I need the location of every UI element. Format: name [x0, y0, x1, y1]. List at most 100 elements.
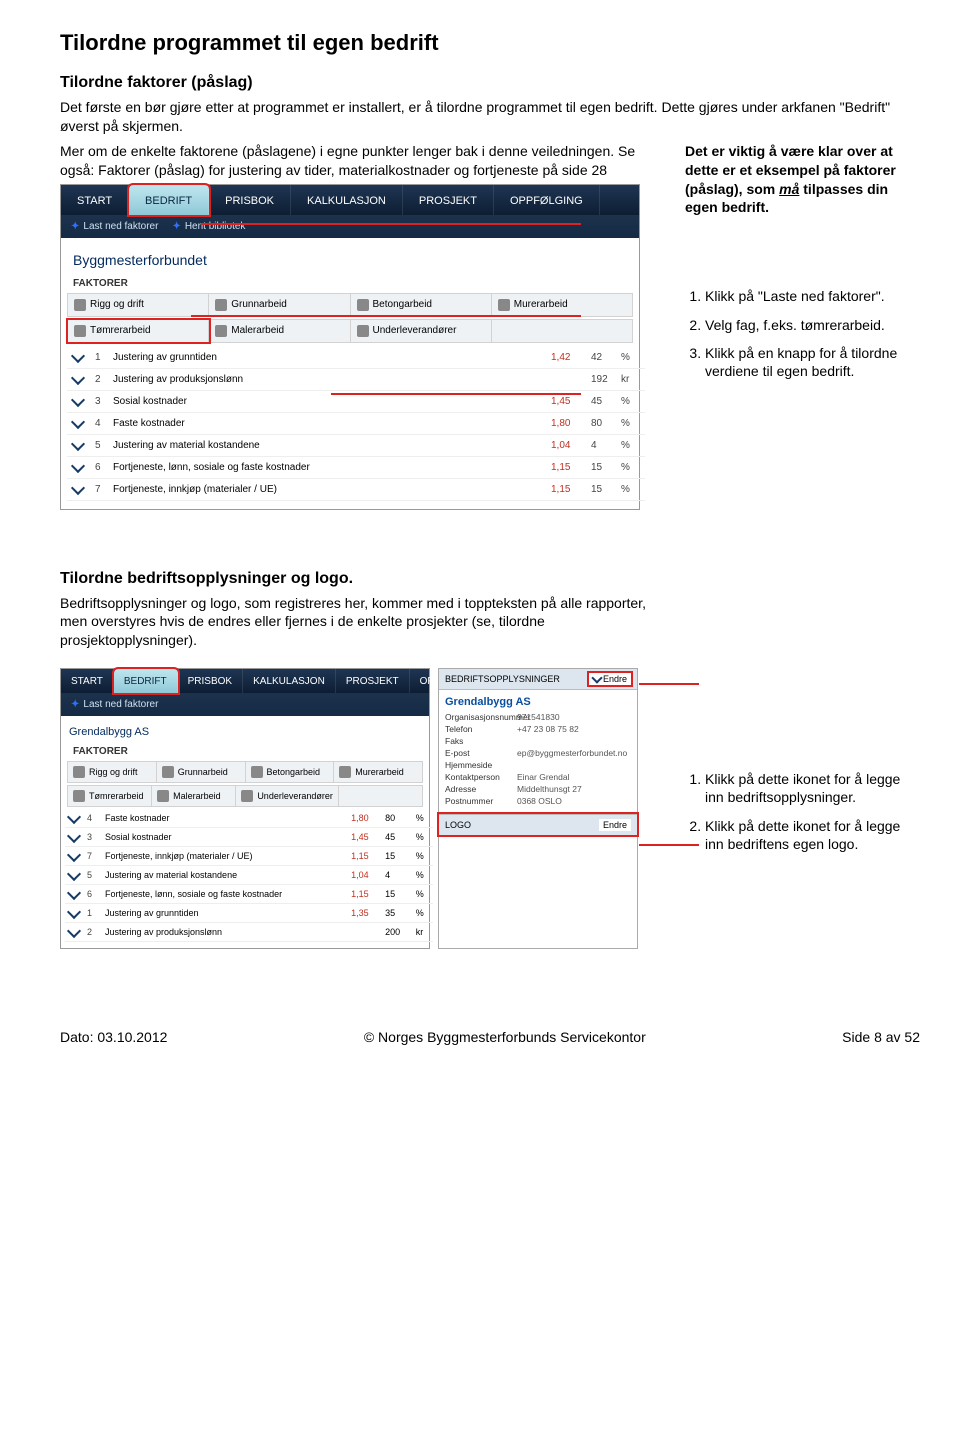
side2-item-1: Klikk på dette ikonet for å legge inn be… [705, 770, 920, 806]
side-item-1: Klikk på "Laste ned faktorer". [705, 287, 920, 305]
table-row[interactable]: 5 Justering av material kostandene 1,04 … [65, 866, 433, 885]
edit-icon [71, 392, 85, 406]
footer-org: © Norges Byggmesterforbunds Servicekonto… [364, 1029, 646, 1045]
faktor-table-2: 4 Faste kostnader 1,80 80 % 3 Sosial kos… [65, 809, 433, 942]
page-footer: Dato: 03.10.2012 © Norges Byggmesterforb… [60, 1029, 920, 1045]
table-row[interactable]: 3 Sosial kostnader 1,45 45 % [65, 828, 433, 847]
side-note: Det er viktig å være klar over at dette … [685, 142, 920, 218]
panel-section-label-2: FAKTORER [61, 740, 429, 759]
side-item-3: Klikk på en knapp for å tilordne verdien… [705, 344, 920, 380]
pencil-icon [591, 673, 602, 684]
side-item-2: Velg fag, f.eks. tømrerarbeid. [705, 316, 920, 334]
edit-icon [67, 867, 81, 881]
btn-last-ned-faktorer[interactable]: ✦Last ned faktorer [71, 221, 158, 232]
folder-icon [357, 325, 369, 337]
tab-prisbok-2[interactable]: PRISBOK [178, 669, 243, 693]
cat-tomrer[interactable]: Tømrerarbeid [68, 320, 209, 342]
btn-last-ned-faktorer-2[interactable]: ✦Last ned faktorer [71, 699, 158, 710]
folder-icon [241, 790, 253, 802]
pencil-icon [74, 325, 86, 337]
plus-icon: ✦ [71, 699, 79, 710]
table-row[interactable]: 2 Justering av produksjonslønn 200 kr [65, 923, 433, 942]
folder-icon [215, 299, 227, 311]
cat-grunn-2[interactable]: Grunnarbeid [157, 762, 246, 782]
cat-murer-2[interactable]: Murerarbeid [334, 762, 422, 782]
table-row[interactable]: 1 Justering av grunntiden 1,35 35 % [65, 904, 433, 923]
category-row-1: Rigg og drift Grunnarbeid Betongarbeid M… [67, 293, 633, 317]
table-row[interactable]: 4 Faste kostnader 1,80 80 % [65, 809, 433, 828]
category-row-2: Tømrerarbeid Malerarbeid Underleverandør… [67, 319, 633, 343]
table-row[interactable]: 7 Fortjeneste, innkjøp (materialer / UE)… [67, 478, 645, 500]
app-screenshot-1: START BEDRIFT PRISBOK KALKULASJON PROSJE… [60, 184, 640, 510]
logo-panel-header: LOGO Endre [439, 814, 637, 835]
cat-betong[interactable]: Betongarbeid [351, 294, 492, 316]
plus-icon: ✦ [71, 221, 79, 232]
cat-tomrer-2[interactable]: Tømrerarbeid [68, 786, 152, 806]
tab-start-2[interactable]: START [61, 669, 114, 693]
intro-paragraph-2: Mer om de enkelte faktorene (påslagene) … [60, 142, 661, 180]
edit-icon [71, 348, 85, 362]
page-title: Tilordne programmet til egen bedrift [60, 30, 920, 56]
tab-kalkulasjon[interactable]: KALKULASJON [291, 185, 403, 215]
edit-icon [67, 848, 81, 862]
pencil-icon [73, 790, 85, 802]
table-row[interactable]: 1 Justering av grunntiden 1,42 42 % [67, 347, 645, 369]
side-list-2: Klikk på dette ikonet for å legge inn be… [685, 770, 920, 853]
section-subtitle: Tilordne faktorer (påslag) [60, 74, 920, 92]
folder-icon [215, 325, 227, 337]
cat-betong-2[interactable]: Betongarbeid [246, 762, 335, 782]
table-row[interactable]: 6 Fortjeneste, lønn, sosiale og faste ko… [67, 456, 645, 478]
tab-bedrift-2[interactable]: BEDRIFT [114, 669, 178, 693]
folder-icon [73, 766, 85, 778]
folder-icon [162, 766, 174, 778]
tab-start[interactable]: START [61, 185, 129, 215]
tab-prosjekt[interactable]: PROSJEKT [403, 185, 494, 215]
edit-icon [67, 810, 81, 824]
faktor-table: 1 Justering av grunntiden 1,42 42 % 2 Ju… [67, 347, 645, 501]
intro-paragraph-1: Det første en bør gjøre etter at program… [60, 98, 920, 136]
panel-company-name: Byggmesterforbundet [61, 238, 639, 272]
folder-icon [339, 766, 351, 778]
main-nav: START BEDRIFT PRISBOK KALKULASJON PROSJE… [61, 185, 639, 215]
side-list-1: Klikk på "Laste ned faktorer". Velg fag,… [685, 287, 920, 380]
edit-icon [67, 886, 81, 900]
cat-grunn[interactable]: Grunnarbeid [209, 294, 350, 316]
panel-company-name-2: Grendalbygg AS [61, 716, 429, 740]
info-company-name: Grendalbygg AS [445, 696, 631, 708]
table-row[interactable]: 2 Justering av produksjonslønn 192 kr [67, 368, 645, 390]
footer-page: Side 8 av 52 [842, 1029, 920, 1045]
cat-under-2[interactable]: Underleverandører [236, 786, 339, 806]
cat-murer[interactable]: Murerarbeid [492, 294, 632, 316]
cat-rigg-2[interactable]: Rigg og drift [68, 762, 157, 782]
cat-rigg[interactable]: Rigg og drift [68, 294, 209, 316]
edit-icon [71, 436, 85, 450]
tab-kalkulasjon-2[interactable]: KALKULASJON [243, 669, 336, 693]
info-panel-header: BEDRIFTSOPPLYSNINGER Endre [439, 669, 637, 690]
edit-icon [67, 905, 81, 919]
edit-icon [71, 480, 85, 494]
plus-icon: ✦ [172, 221, 180, 232]
footer-date: Dato: 03.10.2012 [60, 1029, 167, 1045]
sub-nav: ✦Last ned faktorer ✦Hent bibliotek [61, 215, 639, 238]
table-row[interactable]: 6 Fortjeneste, lønn, sosiale og faste ko… [65, 885, 433, 904]
endre-logo-button[interactable]: Endre [599, 819, 631, 831]
folder-icon [74, 299, 86, 311]
cat-maler-2[interactable]: Malerarbeid [152, 786, 236, 806]
app-screenshot-2-right: BEDRIFTSOPPLYSNINGER Endre Grendalbygg A… [438, 668, 638, 949]
section2-paragraph: Bedriftsopplysninger og logo, som regist… [60, 594, 650, 651]
endre-button[interactable]: Endre [589, 673, 631, 685]
cat-under[interactable]: Underleverandører [351, 320, 492, 342]
cat-maler[interactable]: Malerarbeid [209, 320, 350, 342]
tab-oppfolging[interactable]: OPPFØLGING [494, 185, 600, 215]
tab-prisbok[interactable]: PRISBOK [209, 185, 291, 215]
table-row[interactable]: 5 Justering av material kostandene 1,04 … [67, 434, 645, 456]
table-row[interactable]: 7 Fortjeneste, innkjøp (materialer / UE)… [65, 847, 433, 866]
edit-icon [67, 829, 81, 843]
tab-bedrift[interactable]: BEDRIFT [129, 185, 209, 215]
table-row[interactable]: 4 Faste kostnader 1,80 80 % [67, 412, 645, 434]
edit-icon [71, 370, 85, 384]
tab-prosjekt-2[interactable]: PROSJEKT [336, 669, 410, 693]
edit-icon [71, 458, 85, 472]
section2-title: Tilordne bedriftsopplysninger og logo. [60, 570, 920, 588]
edit-icon [67, 924, 81, 938]
